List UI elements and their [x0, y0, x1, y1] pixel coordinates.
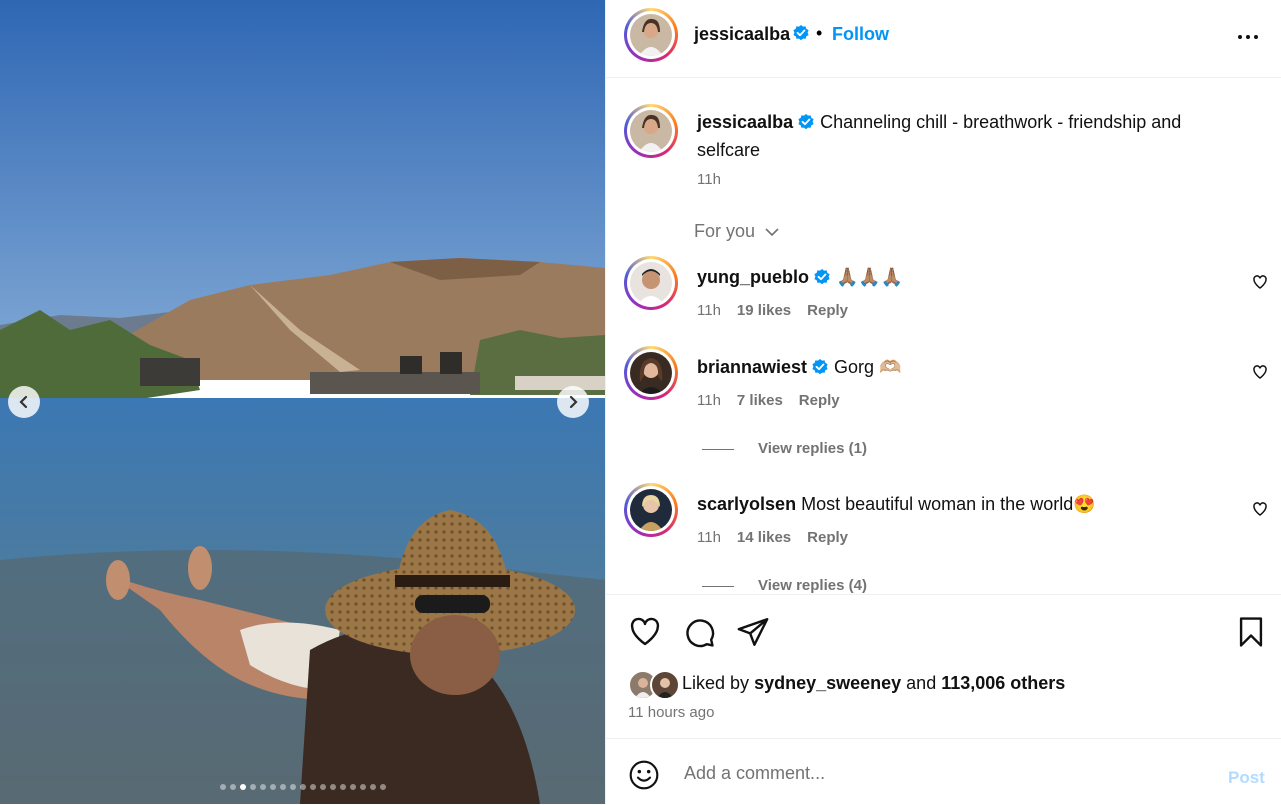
comment-composer: Post	[606, 738, 1281, 805]
comment-time: 11h	[697, 302, 721, 319]
slide-dot	[239, 784, 246, 790]
caption-avatar[interactable]	[624, 104, 678, 158]
reply-button[interactable]: Reply	[799, 392, 840, 409]
verified-badge-icon	[811, 358, 829, 383]
slide-dot	[349, 784, 356, 790]
like-heart-icon[interactable]	[628, 615, 662, 654]
view-replies-button[interactable]: View replies (1)	[702, 440, 867, 457]
share-icon[interactable]	[736, 615, 770, 654]
slide-dot	[259, 784, 266, 790]
slide-dot	[219, 784, 226, 790]
post-detail-panel: jessicaalba • Follow jessicaalba Channel…	[605, 0, 1281, 804]
replies-divider	[702, 585, 734, 587]
caption-username[interactable]: jessicaalba	[697, 112, 793, 132]
comment-sort-dropdown[interactable]: For you	[694, 221, 780, 242]
slide-dot	[319, 784, 326, 790]
commenter-avatar[interactable]	[624, 346, 678, 400]
commenter-username[interactable]: scarlyolsen	[697, 494, 796, 514]
chevron-left-icon	[19, 395, 28, 409]
commenter-username[interactable]: yung_pueblo	[697, 267, 809, 287]
chevron-right-icon	[569, 395, 578, 409]
commenter-avatar[interactable]	[624, 483, 678, 537]
view-replies-label: View replies (4)	[758, 577, 867, 594]
caption-time: 11h	[697, 171, 721, 188]
comment-time: 11h	[697, 529, 721, 546]
comment-text: Most beautiful woman in the world😍	[801, 494, 1096, 514]
slide-dot	[289, 784, 296, 790]
slide-dot	[279, 784, 286, 790]
caption-meta: 11h	[697, 171, 737, 188]
liked-by-user[interactable]: sydney_sweeney	[754, 673, 901, 693]
slide-dot	[329, 784, 336, 790]
comment-likes[interactable]: 14 likes	[737, 529, 791, 546]
comment-icon[interactable]	[682, 615, 716, 654]
separator-dot: •	[816, 23, 823, 43]
slide-dot	[309, 784, 316, 790]
caption-text: jessicaalba Channeling chill - breathwor…	[697, 110, 1217, 163]
emoji-icon[interactable]	[628, 759, 660, 796]
view-replies-label: View replies (1)	[758, 440, 867, 457]
heart-icon[interactable]	[1252, 364, 1268, 385]
post-time-ago: 11 hours ago	[628, 704, 715, 721]
slide-dot	[339, 784, 346, 790]
liked-by-and: and	[906, 673, 937, 693]
author-avatar[interactable]	[624, 8, 678, 62]
verified-badge-icon	[813, 268, 831, 293]
slide-dot	[369, 784, 376, 790]
slide-dot	[229, 784, 236, 790]
liked-by-others[interactable]: 113,006 others	[941, 673, 1065, 693]
post-comment-button[interactable]: Post	[1228, 768, 1265, 788]
heart-icon[interactable]	[1252, 501, 1268, 522]
reply-button[interactable]: Reply	[807, 302, 848, 319]
next-slide-button[interactable]	[557, 386, 589, 418]
follow-button[interactable]: Follow	[832, 24, 889, 45]
slide-dot	[359, 784, 366, 790]
comments-list: jessicaalba Channeling chill - breathwor…	[606, 78, 1281, 594]
liked-by-avatars[interactable]	[628, 670, 682, 700]
slide-indicator	[0, 784, 605, 790]
commenter-username[interactable]: briannawiest	[697, 357, 807, 377]
more-options-icon[interactable]	[1236, 25, 1260, 54]
reply-button[interactable]: Reply	[807, 529, 848, 546]
commenter-avatar[interactable]	[624, 256, 678, 310]
verified-badge-icon	[797, 113, 815, 138]
view-replies-button[interactable]: View replies (4)	[702, 577, 867, 594]
comment-likes[interactable]: 7 likes	[737, 392, 783, 409]
comment-text: 🙏🏽🙏🏽🙏🏽	[836, 267, 904, 287]
slide-dot	[249, 784, 256, 790]
post-actions: Liked by sydney_sweeney and 113,006 othe…	[606, 594, 1281, 739]
author-username[interactable]: jessicaalba	[694, 24, 790, 45]
slide-dot	[269, 784, 276, 790]
liked-by-text: Liked by sydney_sweeney and 113,006 othe…	[682, 673, 1065, 694]
comment-input[interactable]	[682, 757, 1206, 789]
comment-text: Gorg 🫶🏼	[834, 357, 902, 377]
post-header: jessicaalba • Follow	[606, 0, 1281, 78]
heart-icon[interactable]	[1252, 274, 1268, 295]
verified-badge-icon	[792, 24, 810, 47]
slide-dot	[299, 784, 306, 790]
post-photo	[0, 0, 605, 804]
replies-divider	[702, 448, 734, 450]
slide-dot	[379, 784, 386, 790]
comment-sort-label: For you	[694, 221, 756, 241]
previous-slide-button[interactable]	[8, 386, 40, 418]
liked-by-prefix: Liked by	[682, 673, 750, 693]
comment-time: 11h	[697, 392, 721, 409]
bookmark-icon[interactable]	[1234, 615, 1268, 654]
comment-likes[interactable]: 19 likes	[737, 302, 791, 319]
post-media	[0, 0, 605, 804]
chevron-down-icon	[765, 228, 779, 237]
